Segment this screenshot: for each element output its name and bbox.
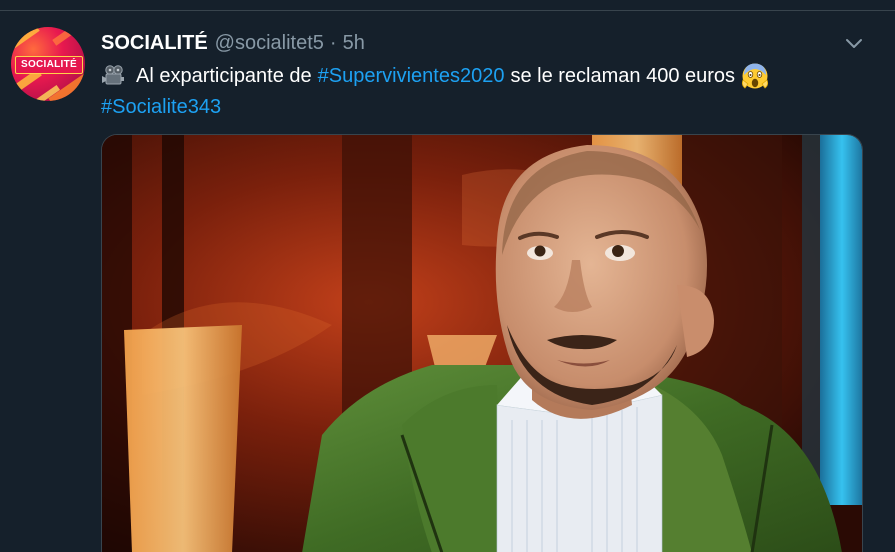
avatar-logo-text: SOCIALITÉ [15,56,83,74]
chevron-down-icon[interactable] [842,34,866,52]
tweet-text-line-1: Al exparticipante de #Supervivientes2020… [101,62,769,90]
timestamp[interactable]: 5h [343,32,365,55]
movie-camera-icon [101,65,126,87]
tweet[interactable]: SOCIALITÉ SOCIALITÉ @socialitet5 · 5h Al… [0,11,895,552]
hashtag-socialite343[interactable]: #Socialite343 [101,96,221,119]
tweet-photo[interactable] [101,134,863,552]
top-divider [0,0,895,11]
tweet-header: SOCIALITÉ @socialitet5 · 5h [101,30,365,56]
avatar[interactable]: SOCIALITÉ [11,27,85,101]
tweet-photo-image [102,135,862,552]
tweet-text-after: se le reclaman 400 euros [510,64,736,87]
display-name[interactable]: SOCIALITÉ [101,32,208,55]
tweet-text-before: Al exparticipante de [136,64,312,87]
face-screaming-in-fear-icon [741,62,769,90]
user-handle[interactable]: @socialitet5 [215,32,324,55]
separator-dot: · [329,31,337,54]
tweet-text-line-2: #Socialite343 [101,93,221,121]
hashtag-supervivientes2020[interactable]: #Supervivientes2020 [318,65,505,88]
